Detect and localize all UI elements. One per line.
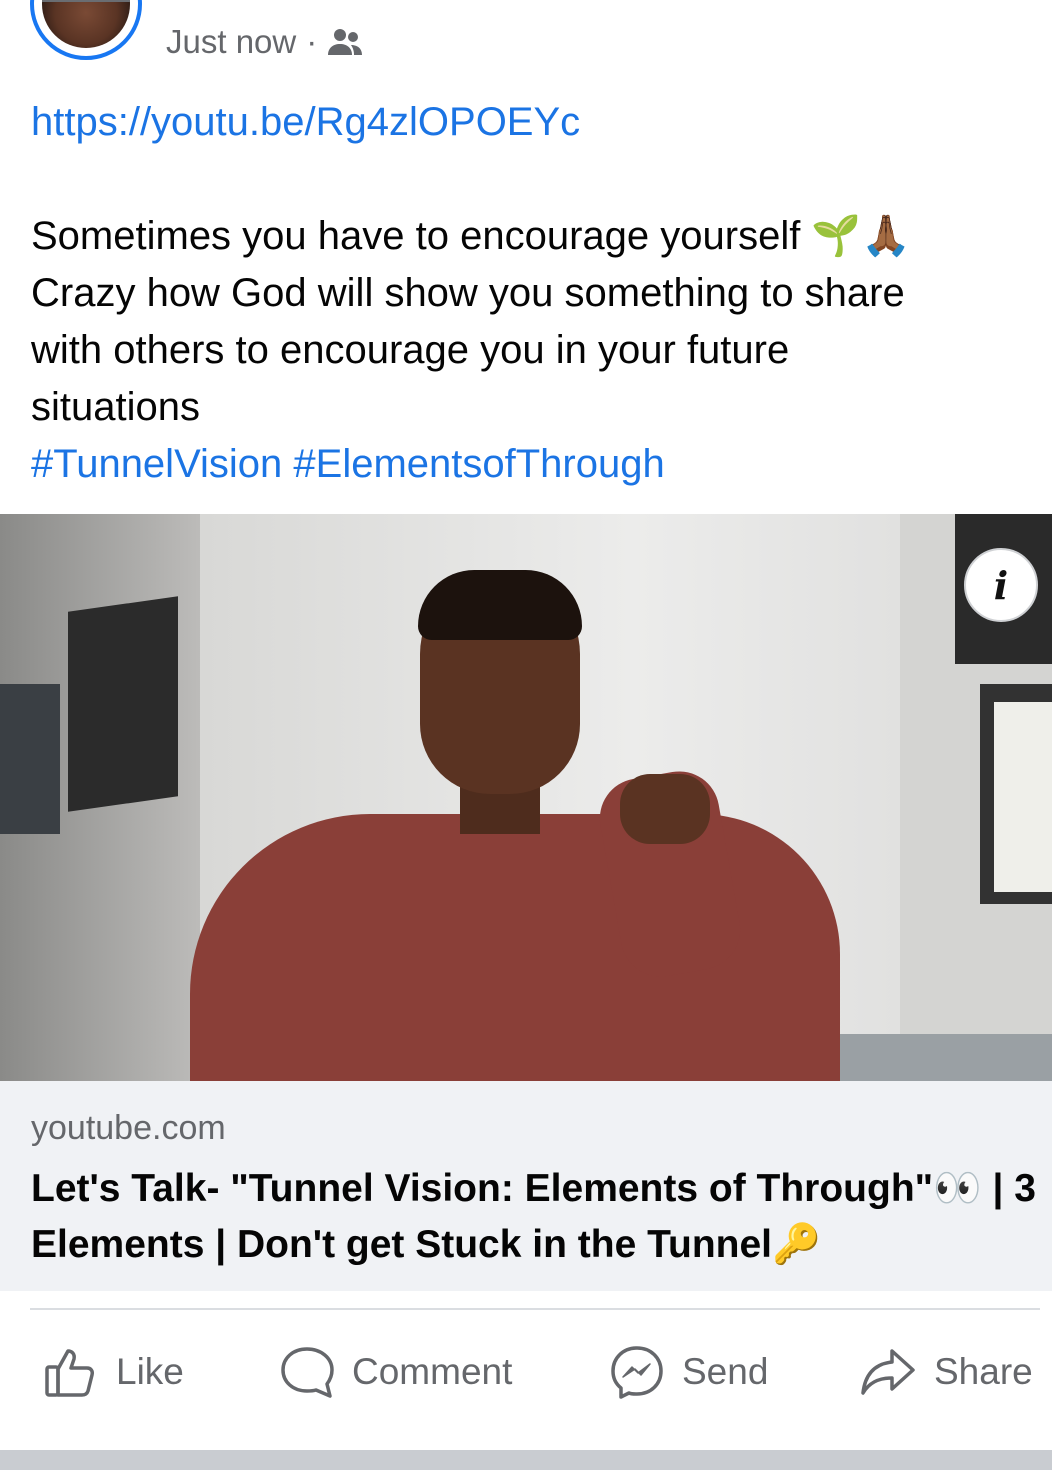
feed-separator	[0, 1450, 1052, 1470]
actions-divider	[30, 1308, 1040, 1310]
post-body: https://youtu.be/Rg4zlOPOEYc Sometimes y…	[31, 94, 1031, 493]
link-title-line: Let's Talk- "Tunnel Vision: Elements of …	[31, 1167, 1036, 1210]
post-text-line: Crazy how God will show you something to…	[31, 271, 905, 315]
link-title: Let's Talk- "Tunnel Vision: Elements of …	[31, 1161, 1041, 1273]
post-timestamp[interactable]: Just now	[166, 23, 296, 61]
share-arrow-icon	[861, 1349, 915, 1395]
comment-label: Comment	[352, 1351, 513, 1392]
meta-separator: ·	[306, 23, 318, 60]
info-icon[interactable]: i	[964, 548, 1038, 622]
send-button[interactable]: Send	[610, 1330, 768, 1414]
video-person	[180, 570, 840, 1081]
thumbs-up-icon	[45, 1349, 94, 1397]
comment-button[interactable]: Comment	[280, 1330, 512, 1414]
like-label: Like	[116, 1351, 184, 1392]
post-text-line: with others to encourage you in your fut…	[31, 328, 790, 372]
post-hashtags[interactable]: #TunnelVision #ElementsofThrough	[31, 436, 1031, 493]
comment-icon	[281, 1347, 334, 1398]
send-label: Send	[682, 1351, 769, 1392]
post-actions: Like Comment Send Share	[0, 1330, 1052, 1414]
post-text-line: situations	[31, 385, 200, 429]
post-text-line: Sometimes you have to encourage yourself…	[31, 214, 912, 258]
wall-plaque	[68, 596, 178, 812]
like-button[interactable]: Like	[44, 1330, 184, 1414]
link-title-line: Elements | Don't get Stuck in the Tunnel…	[31, 1223, 821, 1266]
author-avatar[interactable]	[30, 0, 142, 60]
avatar-image	[42, 0, 130, 48]
post-link[interactable]: https://youtu.be/Rg4zlOPOEYc	[31, 94, 1031, 151]
friends-icon[interactable]	[327, 27, 363, 57]
post-header: Just now ·	[0, 0, 1052, 80]
post-meta: Just now ·	[166, 22, 363, 62]
link-domain: youtube.com	[31, 1109, 226, 1147]
share-button[interactable]: Share	[860, 1330, 1033, 1414]
video-thumbnail[interactable]	[0, 514, 1052, 1081]
messenger-icon	[611, 1346, 663, 1399]
link-preview-card[interactable]: youtube.com Let's Talk- "Tunnel Vision: …	[0, 1081, 1052, 1291]
share-label: Share	[934, 1351, 1033, 1392]
